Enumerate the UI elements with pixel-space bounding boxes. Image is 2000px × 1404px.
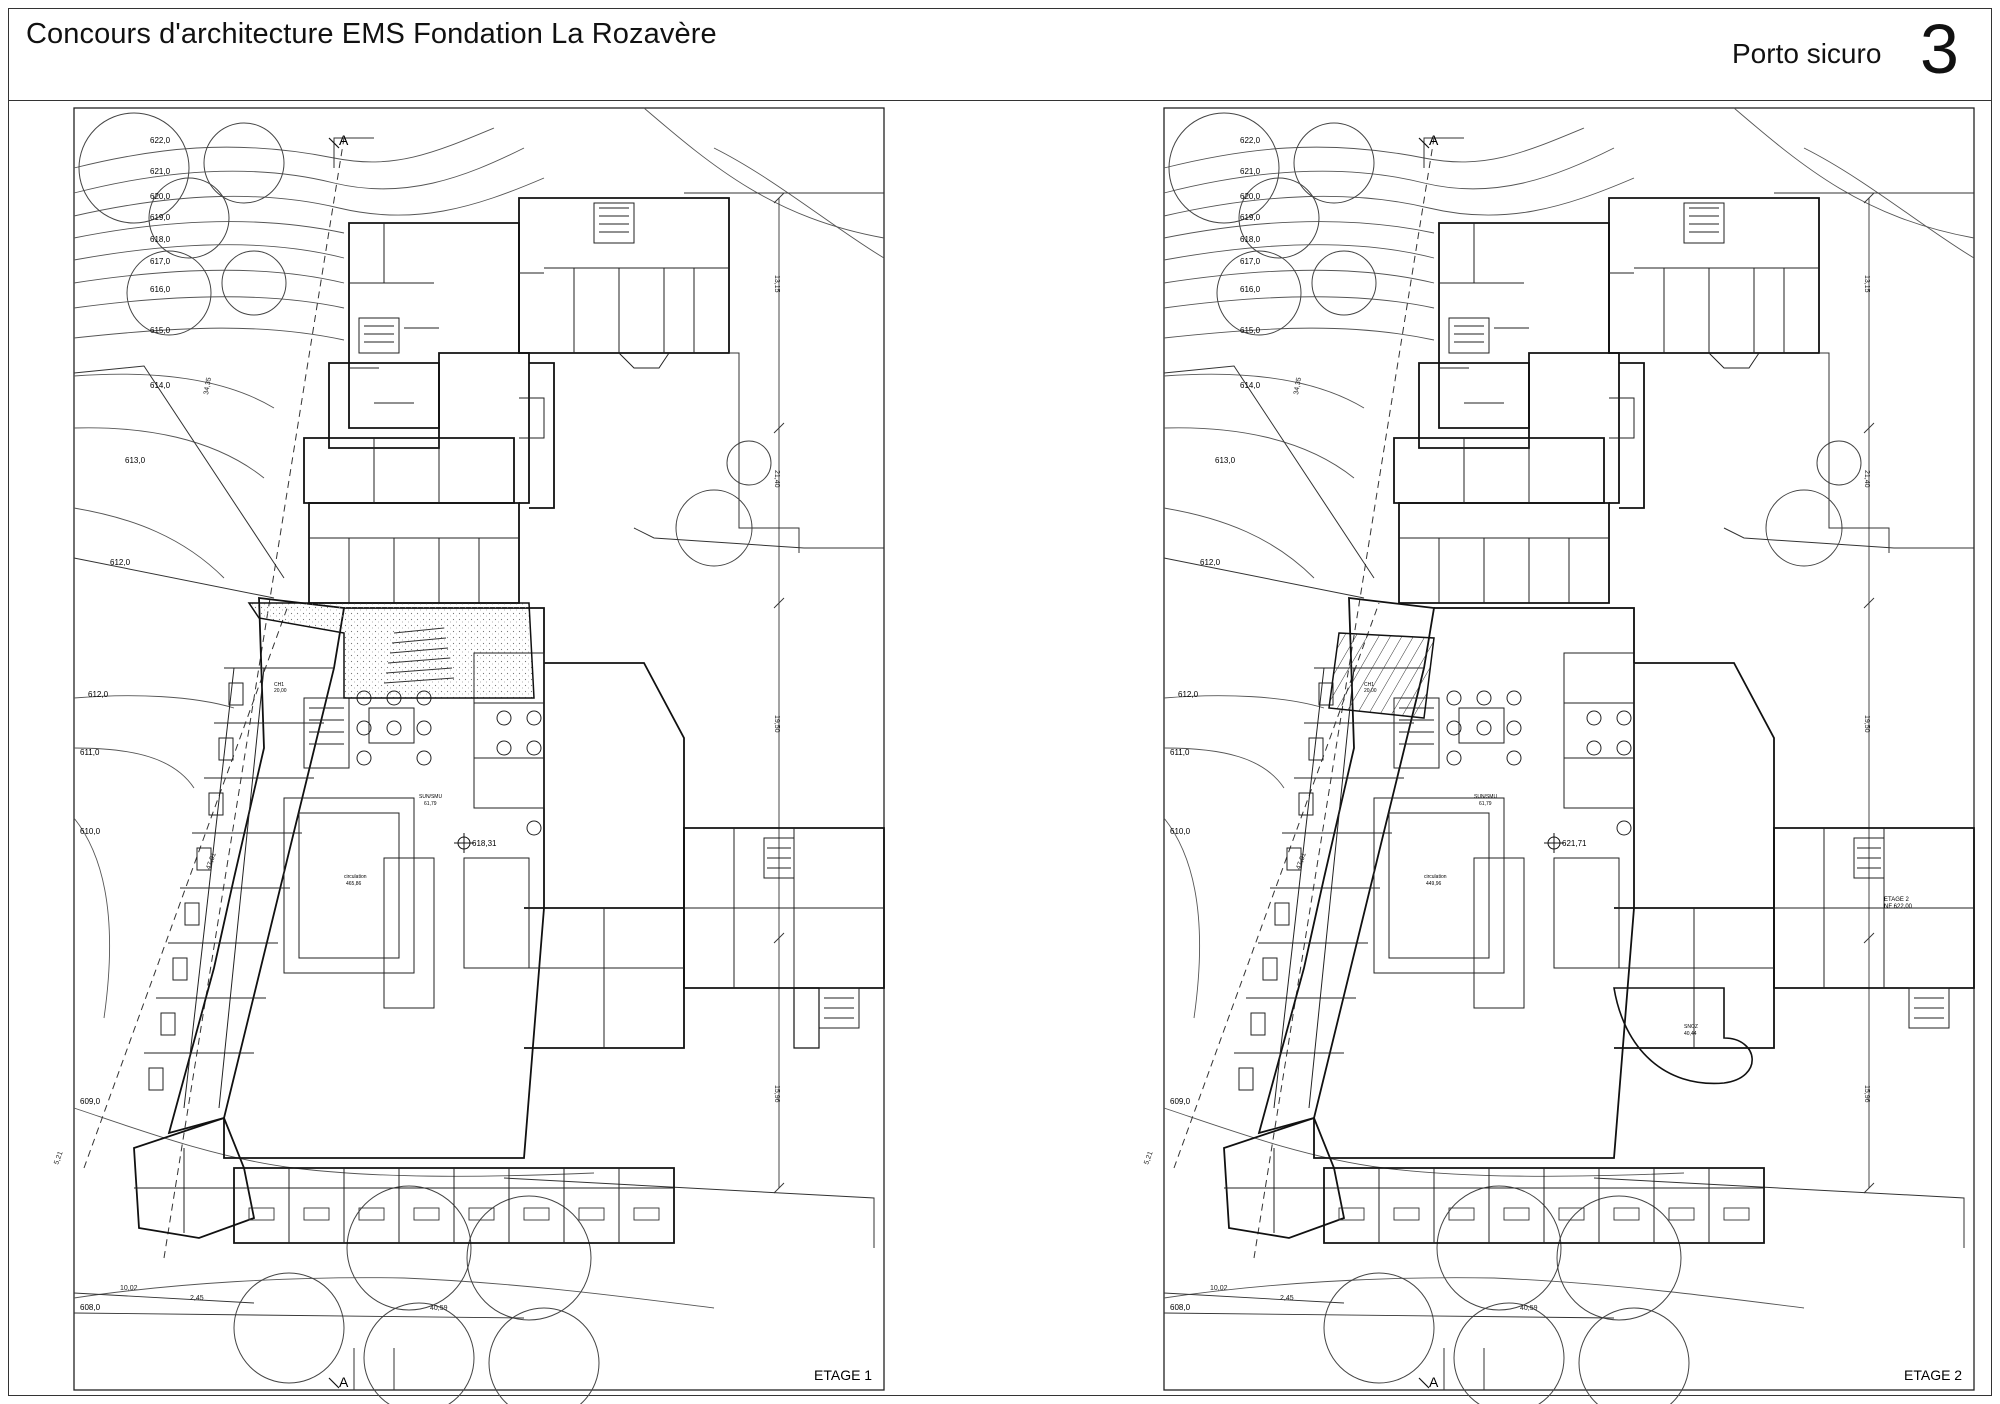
- contour-label: 609,0: [80, 1097, 101, 1106]
- contour-label: 616,0: [1240, 285, 1261, 294]
- room-area: 20,00: [1364, 688, 1377, 694]
- dim-label: 10,02: [120, 1285, 138, 1292]
- contour-label: 613,0: [1215, 456, 1236, 465]
- dim-label: 2,45: [1280, 1295, 1294, 1302]
- level-label: ETAGE 1: [814, 1367, 872, 1383]
- etage-note-level: NF 622,00: [1884, 904, 1913, 910]
- contour-label: 610,0: [80, 827, 101, 836]
- dim-label: 2,45: [190, 1295, 204, 1302]
- contour-label: 620,0: [1240, 192, 1261, 201]
- section-mark-bottom: A: [339, 1374, 349, 1390]
- sunsmu-label: SUN/SMU: [419, 794, 442, 800]
- dim-label: 15,96: [1863, 1085, 1870, 1103]
- terrace-hatch: [247, 602, 535, 699]
- contour-label: 611,0: [1170, 748, 1190, 757]
- spot-level: 618,31: [472, 839, 497, 848]
- dim-label: 10,02: [1210, 1285, 1228, 1292]
- section-mark-top: A: [339, 132, 349, 148]
- contour-label: 612,0: [1200, 558, 1221, 567]
- dim-label: 15,96: [773, 1085, 780, 1103]
- floor-plans-drawing: A A ETAGE 1 618,31 circulation 465,86 SU…: [53, 107, 1975, 1404]
- dim-label: 40,59: [430, 1305, 448, 1312]
- dim-label: 40,59: [1520, 1305, 1538, 1312]
- contour-label: 622,0: [1240, 136, 1261, 145]
- contour-label: 613,0: [125, 456, 146, 465]
- contour-label: 621,0: [1240, 167, 1261, 176]
- contour-label: 609,0: [1170, 1097, 1191, 1106]
- level-label: ETAGE 2: [1904, 1367, 1962, 1383]
- circulation-label: circulation: [344, 874, 367, 880]
- dim-label: 5,21: [53, 1150, 64, 1165]
- contour-label: 615,0: [150, 326, 171, 335]
- dimensions-plan-2: 13,15 21,40 19,50 15,96 47,01 10,02 2,45…: [1143, 275, 1870, 1312]
- dim-label: 34,35: [203, 377, 213, 396]
- deck-hatch: [1328, 632, 1435, 719]
- sunsmu-area: 61,79: [424, 801, 437, 807]
- sunsmu-label: SUN/SMU: [1474, 794, 1497, 800]
- contour-label: 608,0: [80, 1303, 101, 1312]
- dim-label: 34,35: [1293, 377, 1303, 396]
- section-mark-bottom: A: [1429, 1374, 1439, 1390]
- dim-label: 47,01: [205, 852, 218, 871]
- dimensions-plan-1: 13,15 21,40 19,50 15,96 47,01 10,02 2,45…: [53, 275, 780, 1312]
- contour-label: 616,0: [150, 285, 171, 294]
- contour-label: 622,0: [150, 136, 171, 145]
- circulation-area: 449,96: [1426, 881, 1442, 887]
- circulation-area: 465,86: [346, 881, 362, 887]
- etage-note: ETAGE 2: [1884, 897, 1910, 903]
- dim-label: 13,15: [1863, 275, 1870, 293]
- contour-label: 614,0: [150, 381, 171, 390]
- contour-label: 612,0: [110, 558, 131, 567]
- contour-label: 610,0: [1170, 827, 1191, 836]
- floor-plan-etage-2: A A ETAGE 2 621,71 circulation 449,96 SU…: [1163, 107, 1975, 1404]
- contour-label: 614,0: [1240, 381, 1261, 390]
- contour-label: 621,0: [150, 167, 171, 176]
- contour-label: 618,0: [1240, 235, 1261, 244]
- dim-label: 21,40: [773, 470, 780, 488]
- contour-label: 612,0: [88, 690, 109, 699]
- contour-label: 619,0: [150, 213, 171, 222]
- dim-label: 5,21: [1143, 1150, 1154, 1165]
- drawing-sheet: Concours d'architecture EMS Fondation La…: [0, 0, 2000, 1404]
- contour-label: 615,0: [1240, 326, 1261, 335]
- circulation-label: circulation: [1424, 874, 1447, 880]
- contour-label: 611,0: [80, 748, 100, 757]
- contour-label: 617,0: [1240, 257, 1261, 266]
- contour-label: 618,0: [150, 235, 171, 244]
- section-mark-top: A: [1429, 132, 1439, 148]
- contour-label: 620,0: [150, 192, 171, 201]
- dim-label: 21,40: [1863, 470, 1870, 488]
- floor-plan-etage-1: A A ETAGE 1 618,31 circulation 465,86 SU…: [73, 107, 885, 1404]
- dim-label: 13,15: [773, 275, 780, 293]
- contour-label: 619,0: [1240, 213, 1261, 222]
- contour-label: 617,0: [150, 257, 171, 266]
- dim-label: 19,50: [773, 715, 780, 733]
- dim-label: 47,01: [1295, 852, 1308, 871]
- dim-label: 19,50: [1863, 715, 1870, 733]
- contour-label: 608,0: [1170, 1303, 1191, 1312]
- contour-label: 612,0: [1178, 690, 1199, 699]
- spot-level: 621,71: [1562, 839, 1587, 848]
- room-area: 20,00: [274, 688, 287, 694]
- snoz-area: 40,44: [1684, 1031, 1697, 1037]
- snoz-label: SNOZ: [1684, 1024, 1698, 1030]
- sunsmu-area: 61,79: [1479, 801, 1492, 807]
